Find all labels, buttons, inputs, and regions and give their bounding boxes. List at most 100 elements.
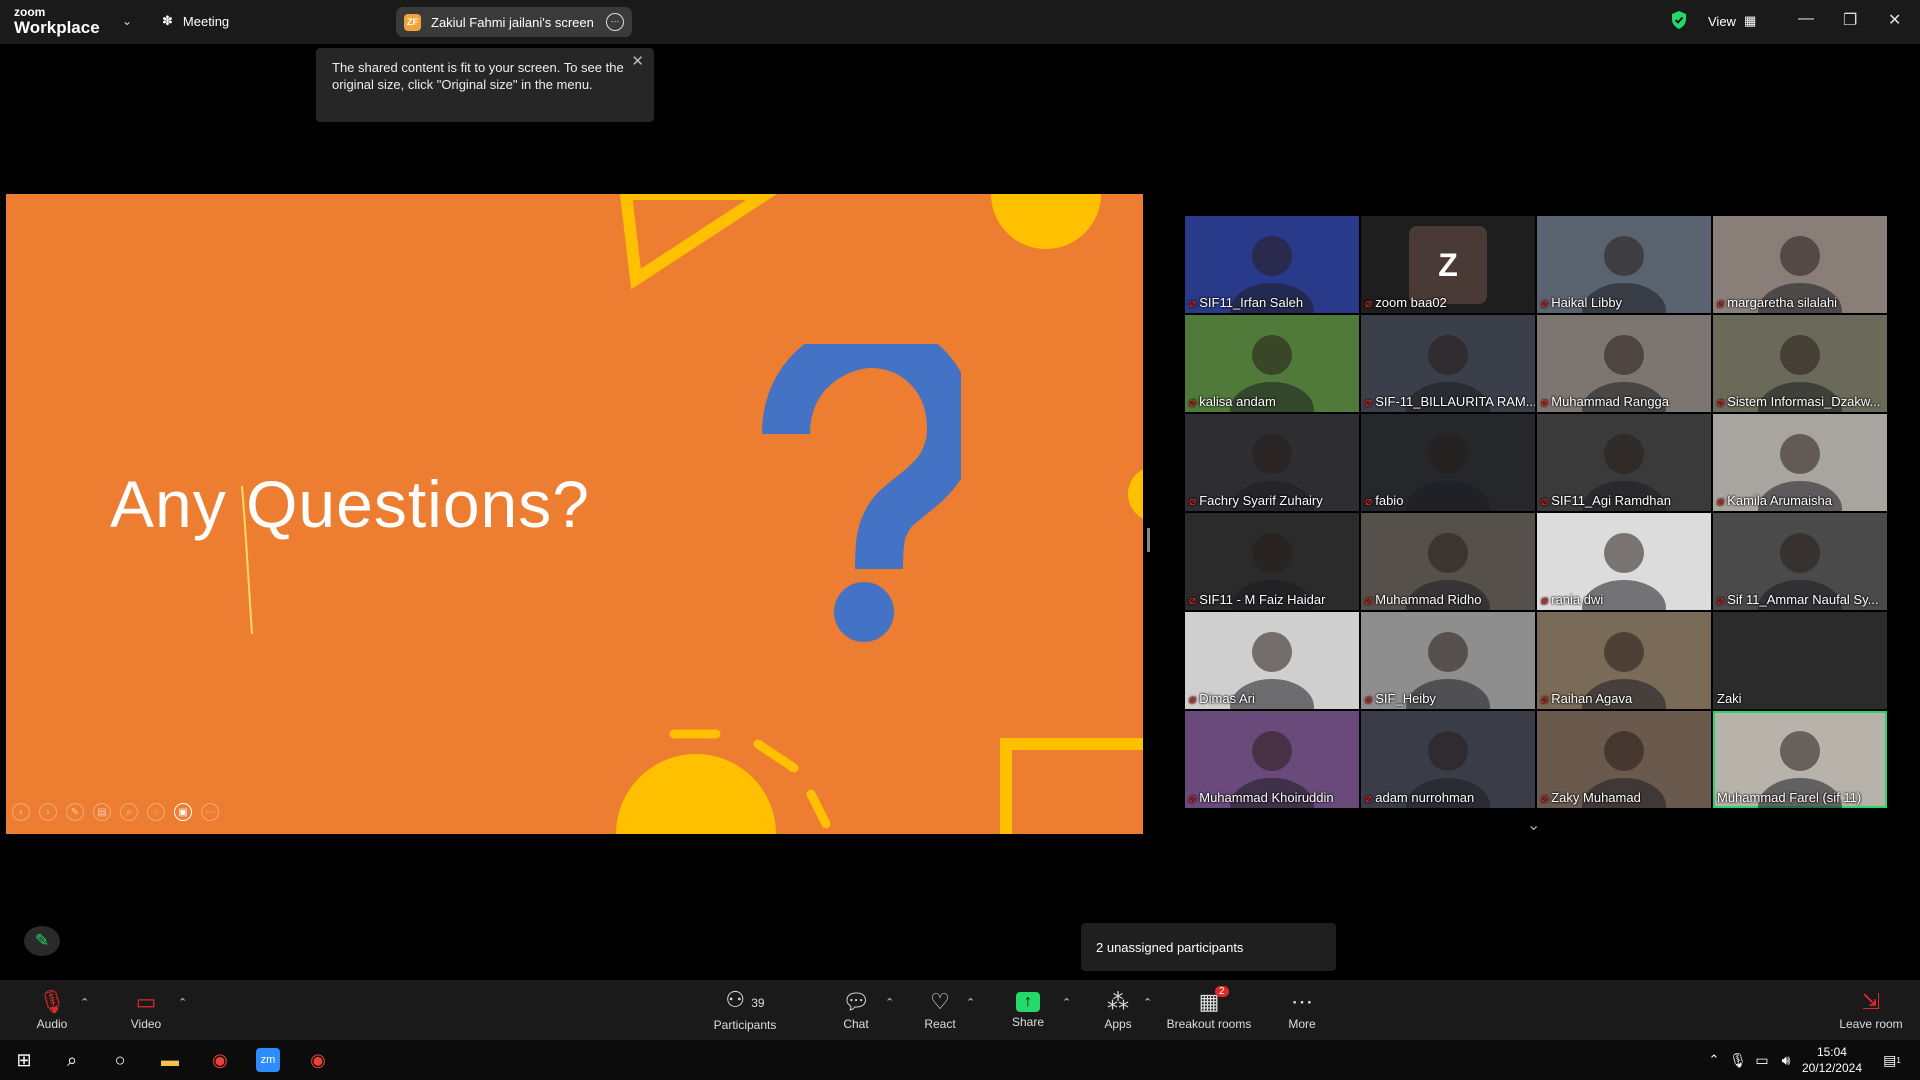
participant-tile[interactable]: ⌀ Muhammad Khoiruddin bbox=[1185, 711, 1359, 808]
view-menu[interactable]: View ▦ bbox=[1708, 13, 1756, 29]
fit-screen-tooltip: The shared content is fit to your screen… bbox=[316, 48, 654, 122]
participant-tile[interactable]: ⌀ Raihan Agava bbox=[1537, 612, 1711, 709]
mic-off-icon: ⌀ bbox=[1365, 691, 1373, 706]
participant-tile[interactable]: ⌀ Muhammad Ridho bbox=[1361, 513, 1535, 610]
apps-button[interactable]: ⁂ Apps bbox=[1100, 980, 1136, 1040]
participant-name: ⌀ fabio bbox=[1365, 493, 1404, 508]
chevron-down-icon[interactable]: ⌄ bbox=[1527, 815, 1540, 835]
subtitle-icon[interactable]: ◌ bbox=[147, 803, 165, 821]
clock[interactable]: 15:04 20/12/2024 bbox=[1802, 1044, 1862, 1076]
participant-tile[interactable]: ⌀ Sif 11_Ammar Naufal Sy... bbox=[1713, 513, 1887, 610]
chrome-icon[interactable]: ◉ bbox=[208, 1048, 232, 1072]
mic-off-icon: 🎙︎ bbox=[38, 988, 66, 1014]
notification-icon[interactable]: ▤ 1 bbox=[1880, 1048, 1904, 1072]
participant-tile[interactable]: Muhammad Farel (sif 11) bbox=[1713, 711, 1887, 808]
prev-slide-icon[interactable]: ‹ bbox=[12, 803, 30, 821]
unassigned-notice[interactable]: 2 unassigned participants bbox=[1081, 923, 1336, 971]
minimize-icon[interactable]: — bbox=[1798, 10, 1814, 28]
close-icon[interactable]: ✕ bbox=[631, 53, 644, 70]
mic-off-icon: ⌀ bbox=[1365, 592, 1373, 607]
question-mark bbox=[762, 344, 961, 642]
participant-tile[interactable]: ⌀ SIF_Heiby bbox=[1361, 612, 1535, 709]
shield-icon[interactable] bbox=[1670, 10, 1688, 30]
participant-tile[interactable]: ⌀ rania dwi bbox=[1537, 513, 1711, 610]
audio-button[interactable]: 🎙︎ Audio bbox=[34, 980, 70, 1040]
zoom-logo: zoom Workplace bbox=[14, 5, 100, 37]
participant-name: ⌀ Sistem Informasi_Dzakw... bbox=[1717, 394, 1881, 409]
participant-tile[interactable]: ⌀ Fachry Syarif Zuhairy bbox=[1185, 414, 1359, 511]
chat-button[interactable]: 💬︎ Chat bbox=[838, 980, 874, 1040]
participant-tile[interactable]: ⌀ Dimas Ari bbox=[1185, 612, 1359, 709]
participant-tile[interactable]: ⌀ margaretha silalahi bbox=[1713, 216, 1887, 313]
participant-tile[interactable]: ⌀ SIF11_Agi Ramdhan bbox=[1537, 414, 1711, 511]
chevron-up-icon[interactable]: ⌃ bbox=[1143, 996, 1152, 1009]
breakout-rooms-button[interactable]: ▦ Breakout rooms bbox=[1166, 980, 1252, 1040]
more-options-icon[interactable]: ··· bbox=[606, 13, 624, 31]
meeting-menu[interactable]: ✽ Meeting bbox=[162, 13, 229, 29]
chevron-up-icon[interactable]: ⌃ bbox=[885, 996, 894, 1009]
participant-tile[interactable]: ⌀ fabio bbox=[1361, 414, 1535, 511]
chat-icon: 💬︎ bbox=[842, 988, 870, 1014]
restore-icon[interactable]: ❐ bbox=[1843, 10, 1857, 30]
heart-icon: ♡ bbox=[930, 988, 950, 1014]
mic-off-icon: ⌀ bbox=[1365, 493, 1373, 508]
next-slide-icon[interactable]: › bbox=[39, 803, 57, 821]
share-indicator[interactable]: ZF Zakiul Fahmi jailani's screen ··· bbox=[396, 7, 632, 37]
annotate-icon[interactable]: ✎ bbox=[24, 926, 60, 956]
participant-tile[interactable]: ⌀ adam nurrohman bbox=[1361, 711, 1535, 808]
apps-icon: ⁂ bbox=[1107, 988, 1129, 1014]
mic-icon[interactable]: 🎙︎ bbox=[1726, 1048, 1750, 1072]
participant-tile[interactable]: ⌀ Sistem Informasi_Dzakw... bbox=[1713, 315, 1887, 412]
windows-start-icon[interactable]: ⊞ bbox=[12, 1048, 36, 1072]
react-button[interactable]: ♡ React bbox=[922, 980, 958, 1040]
slides-icon[interactable]: ▤ bbox=[93, 803, 111, 821]
splitter-handle[interactable] bbox=[1147, 528, 1150, 552]
participant-tile[interactable]: ⌀ SIF-11_BILLAURITA RAM... bbox=[1361, 315, 1535, 412]
tooltip-text: The shared content is fit to your screen… bbox=[332, 60, 624, 92]
more-icon[interactable]: ⋯ bbox=[201, 803, 219, 821]
participant-tile[interactable]: ⌀ SIF11_Irfan Saleh bbox=[1185, 216, 1359, 313]
participant-tile[interactable]: ⌀ Zaky Muhamad bbox=[1537, 711, 1711, 808]
participant-tile[interactable]: Z ⌀ zoom baa02 bbox=[1361, 216, 1535, 313]
participant-tile[interactable]: ⌀ Haikal Libby bbox=[1537, 216, 1711, 313]
file-explorer-icon[interactable]: ▬ bbox=[158, 1048, 182, 1072]
chevron-up-icon[interactable]: ⌃ bbox=[966, 996, 975, 1009]
chrome-icon[interactable]: ◉ bbox=[306, 1048, 330, 1072]
participant-tile[interactable]: ⌀ kalisa andam bbox=[1185, 315, 1359, 412]
zoom-icon[interactable]: ⌕ bbox=[120, 803, 138, 821]
zoom-app-icon[interactable]: zm bbox=[256, 1048, 280, 1072]
pen-icon[interactable]: ✎ bbox=[66, 803, 84, 821]
share-button[interactable]: ↑ Share bbox=[1010, 980, 1046, 1040]
task-view-icon[interactable]: ○ bbox=[108, 1048, 132, 1072]
participant-name: ⌀ kalisa andam bbox=[1189, 394, 1276, 409]
participant-name: ⌀ Zaky Muhamad bbox=[1541, 790, 1641, 805]
shared-screen[interactable]: Any Questions? ‹ › ✎ ▤ ⌕ ◌ ▣ ⋯ bbox=[6, 194, 1143, 834]
video-button[interactable]: ▭ Video bbox=[126, 980, 166, 1040]
leave-icon: ⇲ bbox=[1861, 988, 1881, 1014]
participant-name: ⌀ Sif 11_Ammar Naufal Sy... bbox=[1717, 592, 1879, 607]
mic-off-icon: ⌀ bbox=[1541, 493, 1549, 508]
participant-tile[interactable]: ⌀ Muhammad Rangga bbox=[1537, 315, 1711, 412]
slide-controls: ‹ › ✎ ▤ ⌕ ◌ ▣ ⋯ bbox=[12, 803, 219, 821]
avatar: Z bbox=[1409, 226, 1487, 304]
camera-icon[interactable]: ▣ bbox=[174, 803, 192, 821]
close-icon[interactable]: ✕ bbox=[1888, 10, 1901, 30]
participant-tile[interactable]: ⌀ SIF11 - M Faiz Haidar bbox=[1185, 513, 1359, 610]
chevron-up-icon[interactable]: ⌃ bbox=[80, 996, 89, 1009]
chevron-up-icon[interactable]: ⌃ bbox=[178, 996, 187, 1009]
network-icon[interactable]: ▭ bbox=[1750, 1048, 1774, 1072]
chevron-up-icon[interactable]: ⌃ bbox=[1702, 1048, 1726, 1072]
participant-name: ⌀ Muhammad Ridho bbox=[1365, 592, 1482, 607]
leave-room-button[interactable]: ⇲ Leave room bbox=[1838, 980, 1904, 1040]
participants-button[interactable]: ⚇ 39 Participants bbox=[712, 980, 778, 1040]
participant-tile[interactable]: Zaki bbox=[1713, 612, 1887, 709]
mic-off-icon: ⌀ bbox=[1717, 394, 1725, 409]
participant-name: ⌀ SIF11_Irfan Saleh bbox=[1189, 295, 1304, 310]
slide-title: Any Questions? bbox=[110, 467, 590, 541]
volume-icon[interactable]: 🔊︎ bbox=[1774, 1048, 1798, 1072]
chevron-down-icon[interactable]: ⌄ bbox=[122, 14, 132, 28]
search-icon[interactable]: ⌕ bbox=[60, 1048, 84, 1072]
participant-tile[interactable]: ⌀ Kamila Arumaisha bbox=[1713, 414, 1887, 511]
chevron-up-icon[interactable]: ⌃ bbox=[1062, 996, 1071, 1009]
more-button[interactable]: ⋯ More bbox=[1284, 980, 1320, 1040]
